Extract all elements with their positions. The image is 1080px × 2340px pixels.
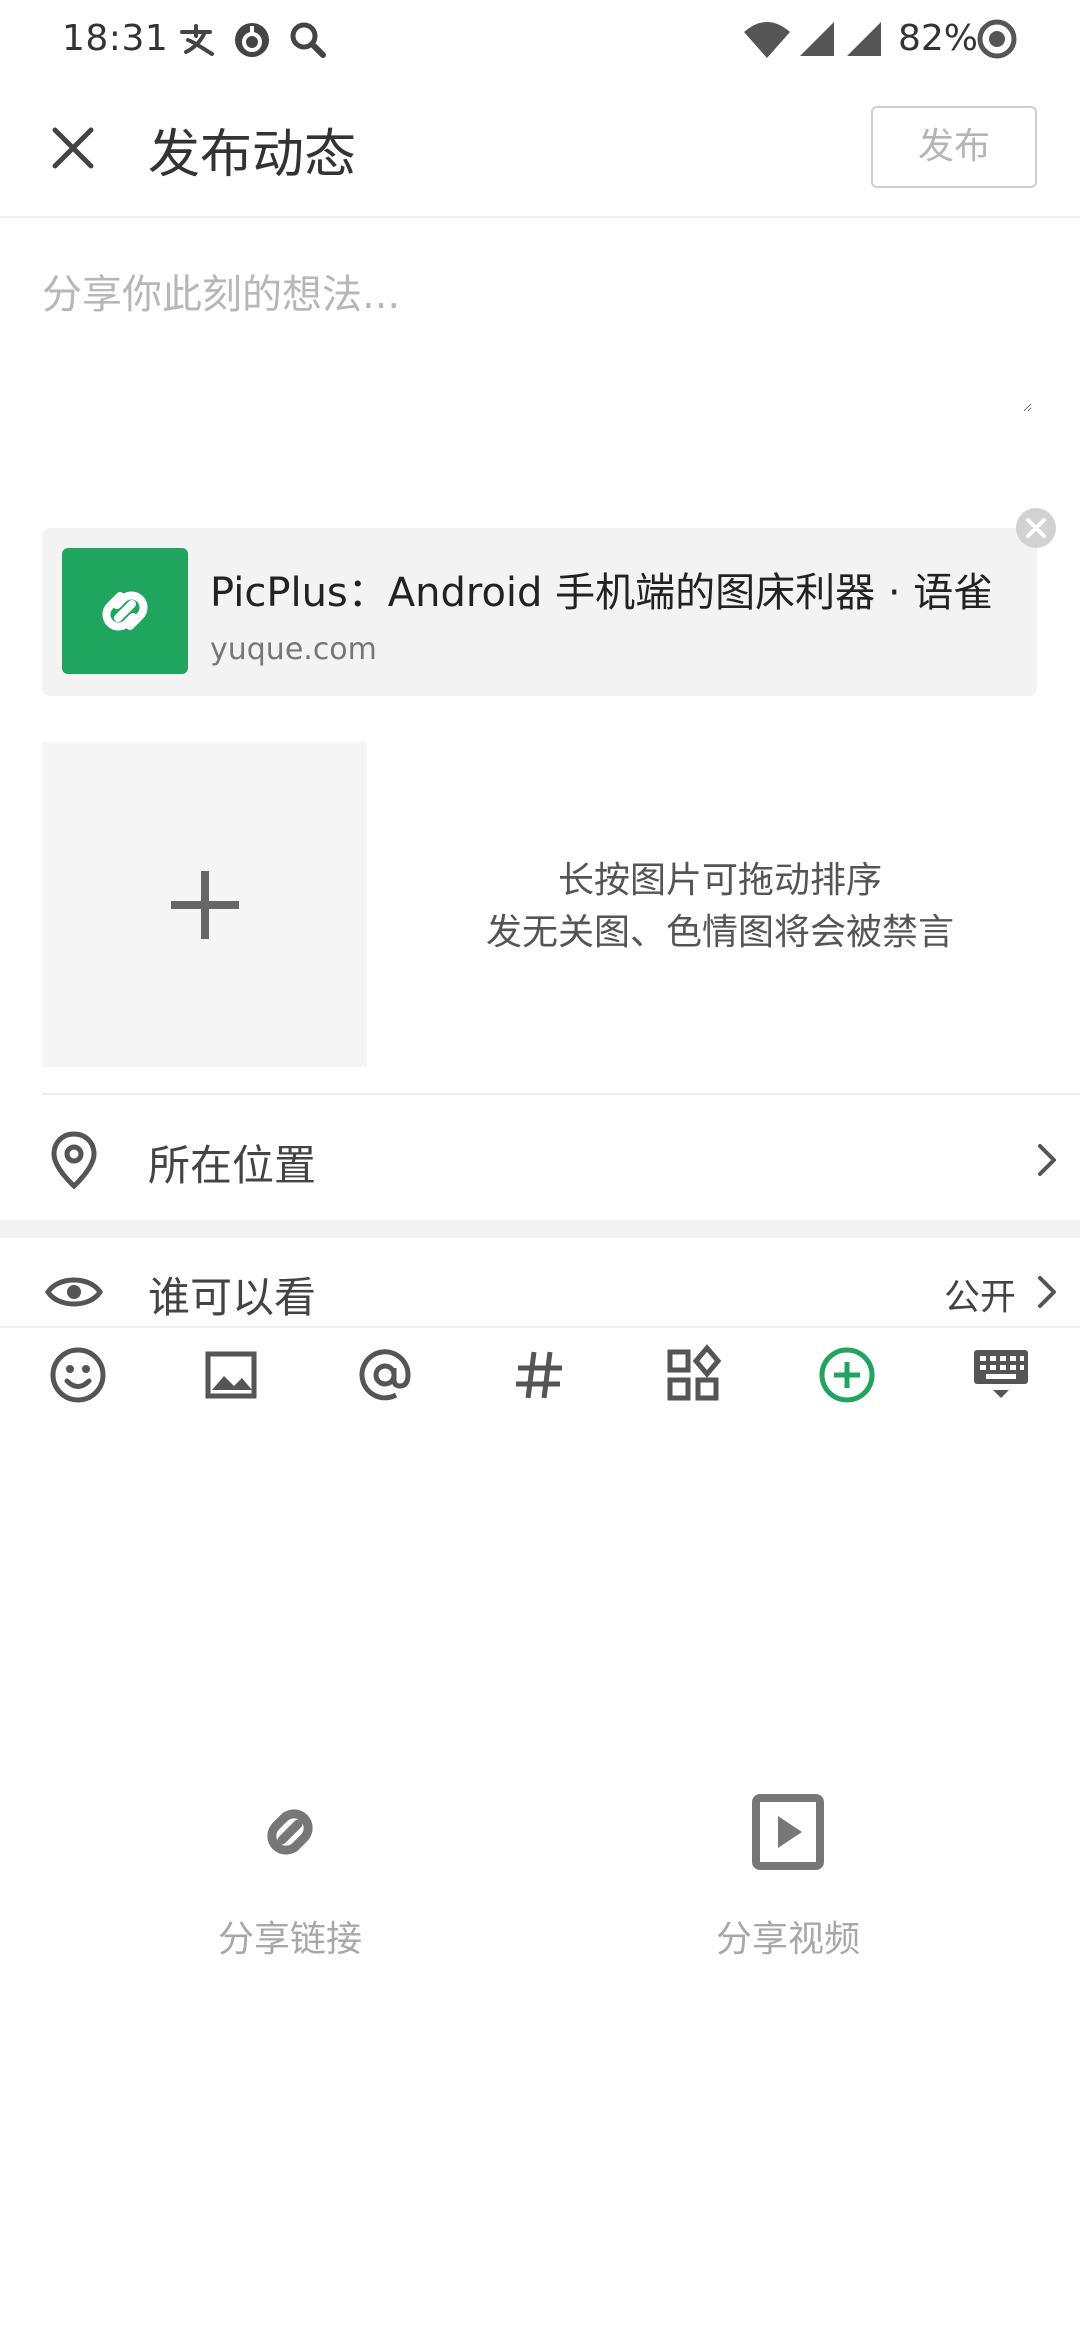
link-icon xyxy=(102,591,148,631)
app-notification-icon xyxy=(235,23,269,57)
at-icon[interactable] xyxy=(350,1340,420,1410)
signal-icon xyxy=(800,22,834,56)
visibility-value: 公开 xyxy=(944,1277,1017,1318)
section-divider xyxy=(42,1093,1080,1095)
hashtag-icon[interactable] xyxy=(504,1340,574,1410)
image-hint-line1: 长按图片可拖动排序 xyxy=(557,860,882,901)
close-icon[interactable] xyxy=(50,125,96,171)
post-text-input[interactable] xyxy=(42,262,1032,412)
status-bar: 18:31 82% xyxy=(0,0,1080,80)
video-icon xyxy=(752,1794,824,1870)
link-domain: yuque.com xyxy=(210,632,377,667)
visibility-label: 谁可以看 xyxy=(148,1273,317,1322)
link-thumbnail xyxy=(62,548,188,674)
image-hint-line2: 发无关图、色情图将会被禁言 xyxy=(485,912,954,953)
share-link-label: 分享链接 xyxy=(217,1919,362,1960)
remove-link-icon[interactable] xyxy=(1015,507,1057,549)
location-pin-icon xyxy=(51,1131,97,1190)
visibility-row[interactable]: 谁可以看 公开 xyxy=(0,1262,1080,1326)
share-link-option[interactable]: 分享链接 xyxy=(140,1790,440,1980)
link-preview-card[interactable]: PicPlus：Android 手机端的图床利器 · 语雀 yuque.com xyxy=(42,528,1037,696)
link-title: PicPlus：Android 手机端的图床利器 · 语雀 xyxy=(210,570,994,616)
page-title: 发布动态 xyxy=(148,125,357,185)
plus-icon xyxy=(171,871,239,939)
chevron-right-icon xyxy=(1038,1144,1056,1176)
keyboard-icon[interactable] xyxy=(966,1340,1036,1410)
eye-icon xyxy=(45,1277,103,1307)
location-row[interactable]: 所在位置 xyxy=(0,1100,1080,1216)
plus-circle-icon[interactable] xyxy=(812,1340,882,1410)
battery-icon xyxy=(977,19,1017,59)
share-video-label: 分享视频 xyxy=(715,1919,860,1960)
alipay-icon xyxy=(180,24,214,56)
toolbar-divider xyxy=(0,1326,1080,1328)
publish-button[interactable]: 发布 xyxy=(871,106,1037,188)
status-time: 18:31 xyxy=(62,18,169,59)
share-video-option[interactable]: 分享视频 xyxy=(638,1790,938,1980)
chevron-right-icon-2 xyxy=(1038,1276,1056,1308)
apps-icon[interactable] xyxy=(658,1340,728,1410)
header-divider xyxy=(0,216,1080,218)
image-hint: 长按图片可拖动排序 发无关图、色情图将会被禁言 xyxy=(400,855,1040,959)
compose-toolbar xyxy=(0,1340,1080,1420)
search-notification-icon xyxy=(290,22,326,58)
signal-icon-2 xyxy=(847,22,881,56)
battery-percent: 82% xyxy=(898,18,979,59)
emoji-icon[interactable] xyxy=(43,1340,113,1410)
add-image-button[interactable] xyxy=(42,742,367,1067)
location-label: 所在位置 xyxy=(148,1141,317,1190)
link-icon xyxy=(267,1809,313,1855)
section-band xyxy=(0,1220,1080,1238)
image-icon[interactable] xyxy=(196,1340,266,1410)
wifi-icon xyxy=(744,22,790,58)
